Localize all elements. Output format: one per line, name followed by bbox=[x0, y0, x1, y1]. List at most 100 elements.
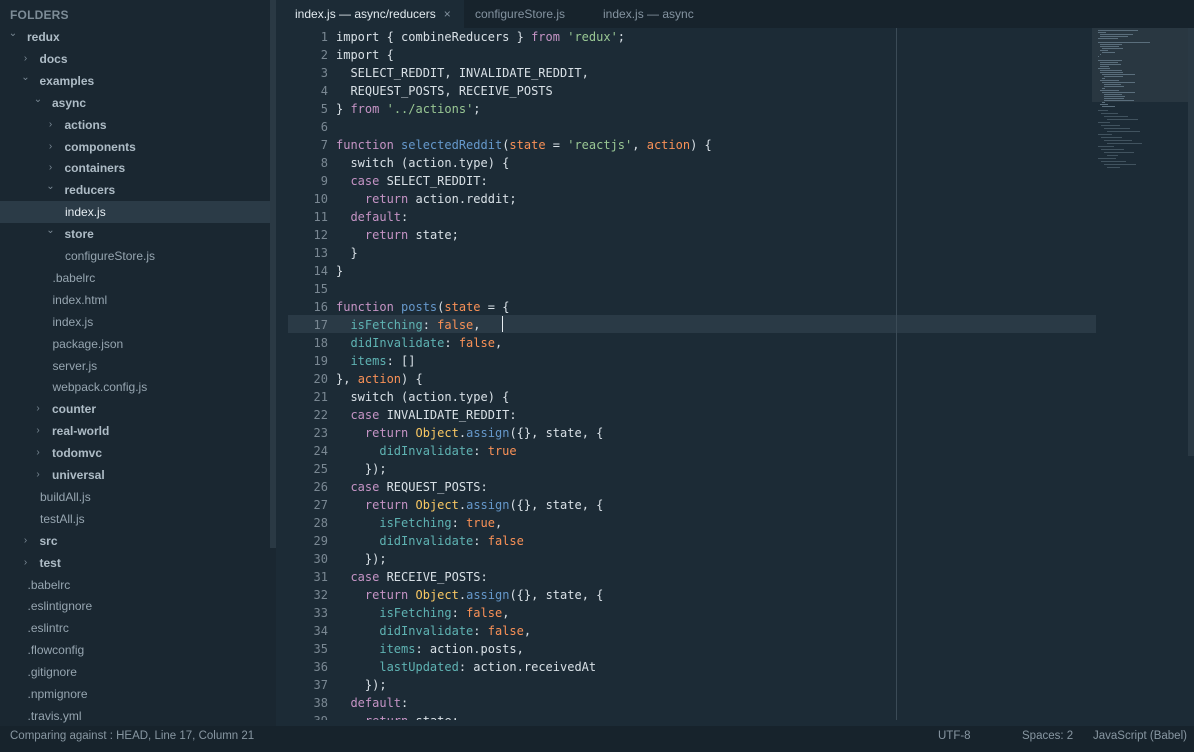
code-line[interactable]: isFetching: false, bbox=[336, 316, 480, 334]
code-line[interactable]: } bbox=[336, 244, 357, 262]
code-line[interactable]: default: bbox=[336, 208, 408, 226]
code-line[interactable]: function selectedReddit(state = 'reactjs… bbox=[336, 136, 712, 154]
tree-folder-redux[interactable]: ⌄ redux bbox=[0, 26, 276, 48]
tree-file-index-js[interactable]: index.js bbox=[0, 311, 276, 333]
minimap-line bbox=[1102, 102, 1105, 103]
tree-item-label: .eslintrc bbox=[27, 621, 69, 636]
tree-file-server-js[interactable]: server.js bbox=[0, 355, 276, 377]
tree-folder-counter[interactable]: › counter bbox=[0, 398, 276, 420]
chevron-down-icon[interactable]: ⌄ bbox=[21, 70, 31, 92]
code-line[interactable]: didInvalidate: false, bbox=[336, 334, 502, 352]
chevron-right-icon[interactable]: › bbox=[33, 398, 43, 420]
code-line[interactable]: }); bbox=[336, 460, 387, 478]
encoding-indicator[interactable]: UTF-8 bbox=[938, 726, 971, 746]
tree-file-testall-js[interactable]: testAll.js bbox=[0, 508, 276, 530]
tree-file-flowconfig[interactable]: .flowconfig bbox=[0, 639, 276, 661]
code-line[interactable]: case RECEIVE_POSTS: bbox=[336, 568, 487, 586]
tree-file-gitignore[interactable]: .gitignore bbox=[0, 661, 276, 683]
tree-folder-store[interactable]: ⌄ store bbox=[0, 223, 276, 245]
tree-file-eslintignore[interactable]: .eslintignore bbox=[0, 595, 276, 617]
tree-file-babelrc[interactable]: .babelrc bbox=[0, 267, 276, 289]
tree-folder-docs[interactable]: › docs bbox=[0, 48, 276, 70]
tree-file-webpack-config-js[interactable]: webpack.config.js bbox=[0, 376, 276, 398]
code-line[interactable]: items: action.posts, bbox=[336, 640, 524, 658]
code-line[interactable]: items: [] bbox=[336, 352, 415, 370]
code-editor[interactable]: 1 2 3 4 5 6 7 8 9 10 11 12 13 14 15 16 17 18 19 20 21 22 23 24 2… bbox=[288, 28, 1194, 720]
chevron-right-icon[interactable]: › bbox=[21, 552, 31, 574]
tree-folder-reducers[interactable]: ⌄ reducers bbox=[0, 179, 276, 201]
code-token: return bbox=[364, 228, 409, 242]
chevron-right-icon[interactable]: › bbox=[33, 442, 43, 464]
tree-file-index-html[interactable]: index.html bbox=[0, 289, 276, 311]
tab-index-js-async[interactable]: index.js — async bbox=[603, 0, 723, 28]
tree-item-label: index.js bbox=[52, 314, 94, 329]
code-line[interactable]: case SELECT_REDDIT: bbox=[336, 172, 487, 190]
tree-file-travis-yml[interactable]: .travis.yml bbox=[0, 705, 276, 726]
tree-folder-containers[interactable]: › containers bbox=[0, 157, 276, 179]
tree-file-buildall-js[interactable]: buildAll.js bbox=[0, 486, 276, 508]
code-line[interactable]: }, action) { bbox=[336, 370, 423, 388]
chevron-right-icon[interactable]: › bbox=[21, 48, 31, 70]
close-icon[interactable]: × bbox=[444, 0, 451, 28]
code-line[interactable]: import { bbox=[336, 46, 394, 64]
tree-folder-async[interactable]: ⌄ async bbox=[0, 92, 276, 114]
tree-file-eslintrc[interactable]: .eslintrc bbox=[0, 617, 276, 639]
code-line[interactable]: }); bbox=[336, 676, 387, 694]
sidebar-scrollbar[interactable] bbox=[270, 0, 276, 548]
tree-file-npmignore[interactable]: .npmignore bbox=[0, 683, 276, 705]
code-line[interactable]: case INVALIDATE_REDDIT: bbox=[336, 406, 517, 424]
tree-file-index-js[interactable]: index.js bbox=[0, 201, 276, 224]
tree-folder-components[interactable]: › components bbox=[0, 136, 276, 158]
code-line[interactable]: function posts(state = { bbox=[336, 298, 509, 316]
code-line[interactable]: switch (action.type) { bbox=[336, 154, 509, 172]
code-line[interactable]: return Object.assign({}, state, { bbox=[336, 586, 603, 604]
tree-folder-universal[interactable]: › universal bbox=[0, 464, 276, 486]
code-line[interactable]: return Object.assign({}, state, { bbox=[336, 424, 603, 442]
syntax-indicator[interactable]: JavaScript (Babel) bbox=[1093, 726, 1187, 746]
code-line[interactable]: return action.reddit; bbox=[336, 190, 517, 208]
chevron-down-icon[interactable]: ⌄ bbox=[33, 92, 43, 114]
chevron-right-icon[interactable]: › bbox=[33, 420, 43, 442]
chevron-right-icon[interactable]: › bbox=[33, 464, 43, 486]
tree-folder-examples[interactable]: ⌄ examples bbox=[0, 70, 276, 92]
code-line[interactable]: lastUpdated: action.receivedAt bbox=[336, 658, 596, 676]
tree-file-configurestore-js[interactable]: configureStore.js bbox=[0, 245, 276, 267]
minimap[interactable] bbox=[1092, 28, 1194, 720]
code-line[interactable]: return Object.assign({}, state, { bbox=[336, 496, 603, 514]
chevron-down-icon[interactable]: ⌄ bbox=[46, 223, 56, 245]
tree-folder-real-world[interactable]: › real-world bbox=[0, 420, 276, 442]
code-line[interactable]: didInvalidate: false bbox=[336, 532, 524, 550]
tree-file-package-json[interactable]: package.json bbox=[0, 333, 276, 355]
code-line[interactable]: return state; bbox=[336, 712, 459, 720]
tree-folder-todomvc[interactable]: › todomvc bbox=[0, 442, 276, 464]
code-line[interactable]: SELECT_REDDIT, INVALIDATE_REDDIT, bbox=[336, 64, 588, 82]
code-line[interactable]: }); bbox=[336, 550, 387, 568]
chevron-down-icon[interactable]: ⌄ bbox=[8, 26, 18, 48]
code-line[interactable]: import { combineReducers } from 'redux'; bbox=[336, 28, 625, 46]
code-line[interactable]: return state; bbox=[336, 226, 459, 244]
code-line[interactable]: default: bbox=[336, 694, 408, 712]
tab-configurestore-js[interactable]: configureStore.js bbox=[475, 0, 595, 28]
code-line[interactable]: switch (action.type) { bbox=[336, 388, 509, 406]
code-token: INVALIDATE_REDDIT: bbox=[379, 408, 517, 422]
code-line[interactable]: } bbox=[336, 262, 343, 280]
chevron-right-icon[interactable]: › bbox=[46, 136, 56, 158]
indentation-indicator[interactable]: Spaces: 2 bbox=[1022, 726, 1073, 746]
code-line[interactable]: REQUEST_POSTS, RECEIVE_POSTS bbox=[336, 82, 552, 100]
editor-scrollbar[interactable] bbox=[1188, 28, 1194, 456]
tab-index-js-async-reducers[interactable]: index.js — async/reducers × bbox=[276, 0, 464, 28]
code-line[interactable]: case REQUEST_POSTS: bbox=[336, 478, 487, 496]
tree-folder-actions[interactable]: › actions bbox=[0, 114, 276, 136]
chevron-right-icon[interactable]: › bbox=[21, 530, 31, 552]
tree-file-babelrc[interactable]: .babelrc bbox=[0, 574, 276, 596]
chevron-down-icon[interactable]: ⌄ bbox=[46, 179, 56, 201]
code-line[interactable]: didInvalidate: true bbox=[336, 442, 516, 460]
chevron-right-icon[interactable]: › bbox=[46, 114, 56, 136]
code-line[interactable]: didInvalidate: false, bbox=[336, 622, 531, 640]
code-line[interactable]: isFetching: false, bbox=[336, 604, 509, 622]
chevron-right-icon[interactable]: › bbox=[46, 157, 56, 179]
tree-folder-test[interactable]: › test bbox=[0, 552, 276, 574]
tree-folder-src[interactable]: › src bbox=[0, 530, 276, 552]
code-line[interactable]: } from '../actions'; bbox=[336, 100, 481, 118]
code-line[interactable]: isFetching: true, bbox=[336, 514, 502, 532]
